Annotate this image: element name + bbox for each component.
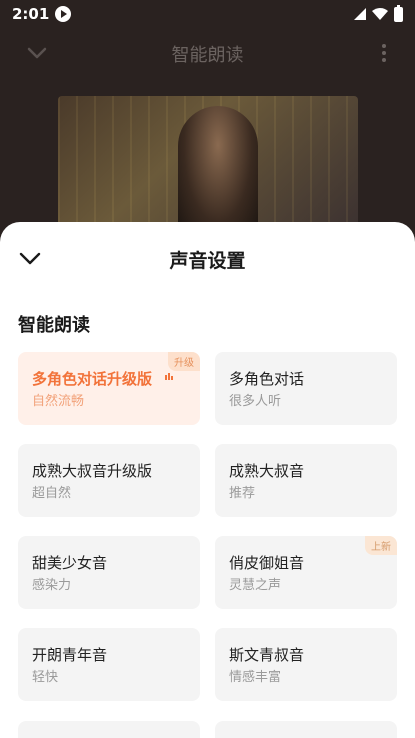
battery-icon (394, 4, 403, 22)
voice-grid: 升级 多角色对话升级版 自然流畅 多角色对话 很多人听 成熟大叔音升级版 超自然… (18, 352, 397, 701)
playing-indicator-icon (165, 373, 174, 380)
status-time: 2:01 (12, 5, 50, 23)
voice-desc: 灵慧之声 (229, 578, 282, 593)
collapse-player-icon[interactable] (26, 42, 48, 64)
section-title: 智能朗读 (18, 315, 90, 336)
voice-name: 俏皮御姐音 (229, 554, 305, 572)
voice-card-partial[interactable] (215, 721, 397, 738)
next-row-partial (18, 721, 397, 738)
voice-card-cheerful-youth[interactable]: 开朗青年音 轻快 (18, 628, 200, 701)
voice-name: 多角色对话升级版 (32, 370, 153, 388)
voice-card-mature-uncle-upgraded[interactable]: 成熟大叔音升级版 超自然 (18, 444, 200, 517)
voice-card-gentle-uncle[interactable]: 斯文青叔音 情感丰富 (215, 628, 397, 701)
voice-name: 斯文青叔音 (229, 646, 305, 664)
sheet-header: 声音设置 (0, 222, 415, 292)
book-cover-image (58, 96, 358, 236)
voice-card-playful-lady[interactable]: 上新 俏皮御姐音 灵慧之声 (215, 536, 397, 609)
voice-card-multi-role-upgraded[interactable]: 升级 多角色对话升级版 自然流畅 (18, 352, 200, 425)
wifi-icon (372, 8, 388, 20)
status-bar: 2:01 (0, 0, 415, 28)
player-title: 智能朗读 (171, 45, 244, 66)
media-play-icon (55, 6, 72, 22)
player-header: 智能朗读 (0, 28, 415, 80)
voice-name: 甜美少女音 (32, 554, 108, 572)
voice-name: 成熟大叔音 (229, 462, 305, 480)
voice-card-sweet-girl[interactable]: 甜美少女音 感染力 (18, 536, 200, 609)
more-options-icon[interactable] (381, 44, 387, 64)
voice-name: 多角色对话 (229, 370, 305, 388)
voice-card-mature-uncle[interactable]: 成熟大叔音 推荐 (215, 444, 397, 517)
voice-settings-sheet: 声音设置 智能朗读 升级 多角色对话升级版 自然流畅 多角色对话 很多人听 成熟… (0, 222, 415, 738)
voice-desc: 情感丰富 (229, 670, 282, 685)
voice-desc: 自然流畅 (32, 394, 85, 409)
upgrade-tag: 升级 (168, 352, 200, 371)
signal-icon (354, 8, 366, 20)
voice-desc: 感染力 (32, 578, 72, 593)
voice-name: 开朗青年音 (32, 646, 108, 664)
status-icons (354, 4, 403, 22)
voice-desc: 推荐 (229, 486, 256, 501)
voice-name: 成熟大叔音升级版 (32, 462, 153, 480)
new-tag: 上新 (365, 536, 397, 555)
voice-card-partial[interactable] (18, 721, 200, 738)
voice-desc: 超自然 (32, 486, 72, 501)
voice-card-multi-role[interactable]: 多角色对话 很多人听 (215, 352, 397, 425)
sheet-title: 声音设置 (169, 250, 246, 272)
voice-desc: 轻快 (32, 670, 59, 685)
voice-desc: 很多人听 (229, 394, 282, 409)
